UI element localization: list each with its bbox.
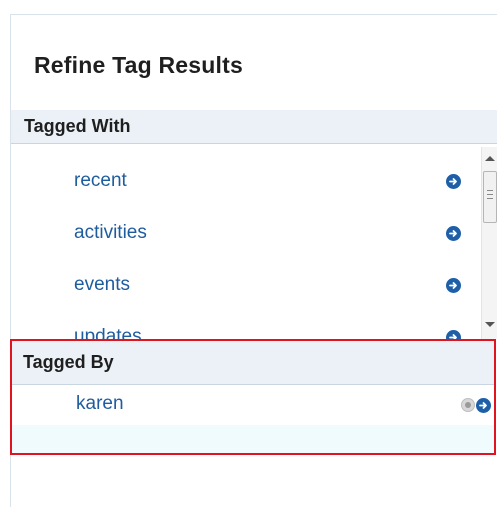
vertical-scrollbar[interactable] — [481, 147, 497, 339]
arrow-right-circle-icon[interactable] — [446, 225, 461, 241]
tagged-with-list[interactable]: recent activities events updates — [11, 147, 497, 339]
tagged-by-empty-area — [12, 425, 494, 453]
tag-link-updates[interactable]: updates — [74, 326, 142, 339]
tagged-by-highlight: Tagged By karen — [10, 339, 496, 455]
list-item: events — [11, 259, 466, 311]
tag-link-karen[interactable]: karen — [76, 393, 124, 415]
arrow-right-circle-icon[interactable] — [446, 329, 461, 339]
tagged-with-header: Tagged With — [11, 110, 497, 144]
list-item: recent — [11, 155, 466, 207]
tagged-by-header: Tagged By — [12, 341, 494, 385]
scroll-up-arrow-icon[interactable] — [485, 156, 495, 161]
list-item: karen — [12, 385, 494, 425]
list-item: activities — [11, 207, 466, 259]
remove-filter-icon[interactable] — [461, 398, 475, 412]
list-item: updates — [11, 311, 466, 339]
tag-link-recent[interactable]: recent — [74, 170, 127, 192]
tag-link-activities[interactable]: activities — [74, 222, 147, 244]
tag-link-events[interactable]: events — [74, 274, 130, 296]
arrow-right-circle-icon[interactable] — [446, 277, 461, 293]
scroll-down-arrow-icon[interactable] — [485, 322, 495, 327]
arrow-right-circle-icon[interactable] — [476, 398, 491, 413]
arrow-right-circle-icon[interactable] — [446, 173, 461, 189]
panel-title: Refine Tag Results — [34, 52, 243, 78]
scrollbar-thumb[interactable] — [483, 171, 497, 223]
